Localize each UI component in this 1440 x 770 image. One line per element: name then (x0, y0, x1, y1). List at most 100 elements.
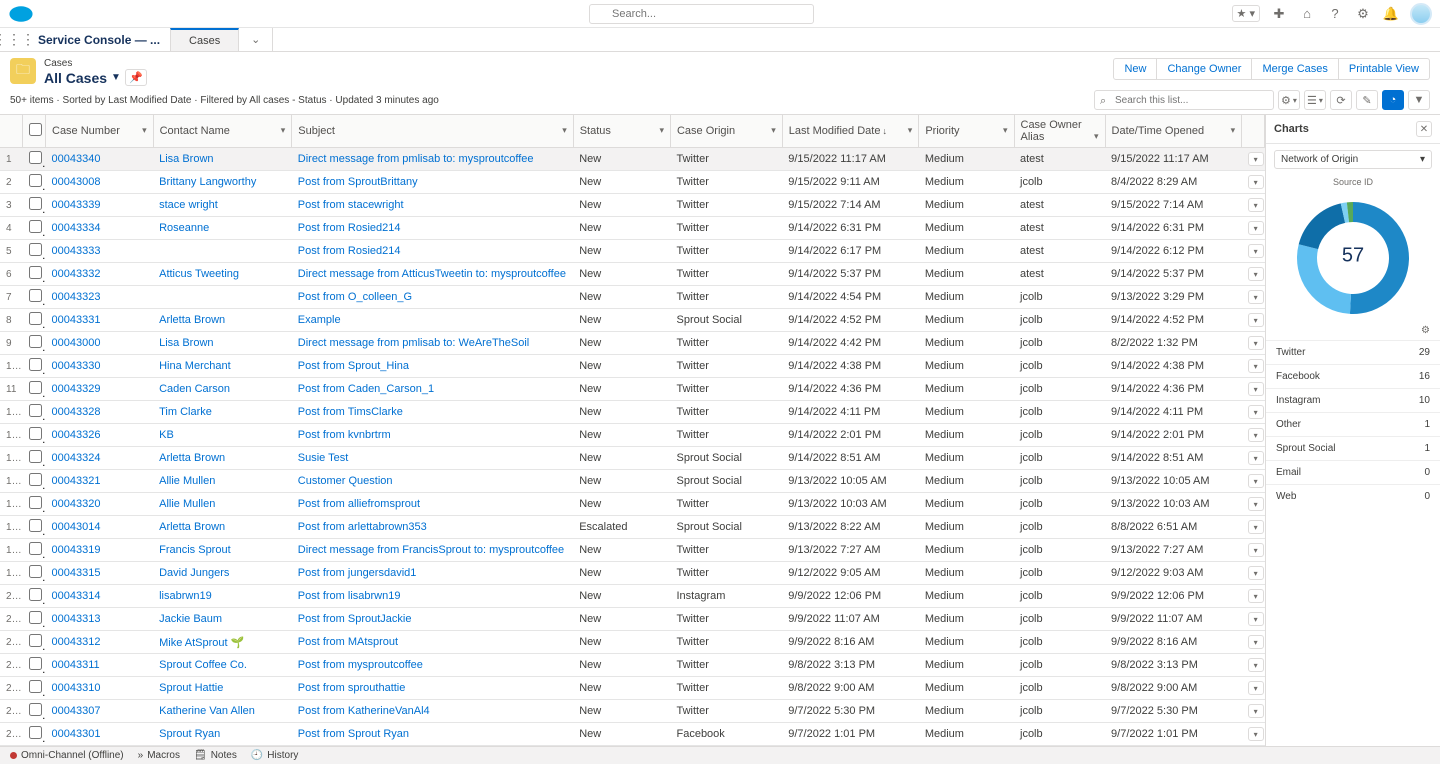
row-action-menu[interactable]: ▾ (1248, 428, 1264, 442)
user-avatar[interactable] (1410, 3, 1432, 25)
notes-item[interactable]: 🗒Notes (194, 750, 237, 761)
row-action-menu[interactable]: ▾ (1248, 635, 1264, 649)
tab-dropdown-icon[interactable]: ⌄ (239, 28, 273, 51)
row-checkbox[interactable] (23, 654, 46, 677)
subject-link[interactable]: Post from MAtsprout (298, 636, 398, 648)
row-action-menu[interactable]: ▾ (1248, 290, 1264, 304)
contact-link[interactable]: Francis Sprout (159, 544, 231, 556)
col-priority[interactable]: Priority▾ (919, 115, 1014, 148)
subject-link[interactable]: Post from mysproutcoffee (298, 659, 423, 671)
row-action-menu[interactable]: ▾ (1248, 727, 1264, 741)
list-view-name[interactable]: All Cases (44, 70, 107, 86)
row-action-menu[interactable]: ▾ (1248, 267, 1264, 281)
case-number-link[interactable]: 00043310 (52, 682, 101, 694)
case-number-link[interactable]: 00043339 (52, 199, 101, 211)
row-checkbox[interactable] (23, 171, 46, 194)
row-action-menu[interactable]: ▾ (1248, 221, 1264, 235)
row-action-menu[interactable]: ▾ (1248, 405, 1264, 419)
subject-link[interactable]: Post from Sprout_Hina (298, 360, 409, 372)
row-checkbox[interactable] (23, 493, 46, 516)
case-number-link[interactable]: 00043008 (52, 176, 101, 188)
list-settings-gear-icon[interactable]: ⚙ (1278, 90, 1300, 110)
list-search-input[interactable] (1094, 90, 1274, 110)
row-action-menu[interactable]: ▾ (1248, 589, 1264, 603)
contact-link[interactable]: Arletta Brown (159, 521, 225, 533)
chart-settings-gear-icon[interactable]: ⚙ (1266, 325, 1440, 336)
contact-link[interactable]: Arletta Brown (159, 452, 225, 464)
subject-link[interactable]: Post from stacewright (298, 199, 404, 211)
case-number-link[interactable]: 00043321 (52, 475, 101, 487)
row-action-menu[interactable]: ▾ (1248, 382, 1264, 396)
add-icon[interactable]: ✚ (1270, 5, 1288, 23)
row-checkbox[interactable] (23, 424, 46, 447)
donut-slice[interactable] (1299, 203, 1345, 249)
tab-cases[interactable]: Cases (170, 28, 239, 51)
row-action-menu[interactable]: ▾ (1248, 658, 1264, 672)
help-icon[interactable]: ? (1326, 5, 1344, 23)
app-launcher-icon[interactable]: ⋮⋮⋮ (0, 28, 28, 51)
contact-link[interactable]: Caden Carson (159, 383, 230, 395)
chart-toggle-icon[interactable]: ◔ (1382, 90, 1404, 110)
refresh-icon[interactable]: ⟳ (1330, 90, 1352, 110)
contact-link[interactable]: Hina Merchant (159, 360, 231, 372)
row-checkbox[interactable] (23, 217, 46, 240)
row-checkbox[interactable] (23, 585, 46, 608)
subject-link[interactable]: Post from Sprout Ryan (298, 728, 409, 740)
list-view-chevron-icon[interactable]: ▼ (111, 72, 121, 83)
row-checkbox[interactable] (23, 263, 46, 286)
row-action-menu[interactable]: ▾ (1248, 175, 1264, 189)
row-checkbox[interactable] (23, 562, 46, 585)
row-checkbox[interactable] (23, 746, 46, 747)
case-number-link[interactable]: 00043319 (52, 544, 101, 556)
contact-link[interactable]: Jackie Baum (159, 613, 222, 625)
subject-link[interactable]: Post from sprouthattie (298, 682, 406, 694)
row-checkbox[interactable] (23, 309, 46, 332)
notifications-icon[interactable]: 🔔 (1382, 5, 1400, 23)
row-action-menu[interactable]: ▾ (1248, 704, 1264, 718)
col-case-number[interactable]: Case Number▾ (46, 115, 154, 148)
subject-link[interactable]: Customer Question (298, 475, 393, 487)
row-action-menu[interactable]: ▾ (1248, 566, 1264, 580)
row-action-menu[interactable]: ▾ (1248, 152, 1264, 166)
row-checkbox[interactable] (23, 240, 46, 263)
subject-link[interactable]: Post from alliefromsprout (298, 498, 420, 510)
row-action-menu[interactable]: ▾ (1248, 313, 1264, 327)
contact-link[interactable]: Sprout Hattie (159, 682, 223, 694)
subject-link[interactable]: Post from arlettabrown353 (298, 521, 427, 533)
case-number-link[interactable]: 00043324 (52, 452, 101, 464)
chart-type-select[interactable]: Network of Origin ▾ (1274, 150, 1432, 169)
table-scroll[interactable]: Case Number▾ Contact Name▾ Subject▾ Stat… (0, 114, 1265, 746)
contact-link[interactable]: stace wright (159, 199, 218, 211)
col-subject[interactable]: Subject▾ (292, 115, 573, 148)
case-number-link[interactable]: 00043307 (52, 705, 101, 717)
edit-pencil-icon[interactable]: ✎ (1356, 90, 1378, 110)
case-number-link[interactable]: 00043333 (52, 245, 101, 257)
history-item[interactable]: 🕘History (251, 750, 299, 761)
row-checkbox[interactable] (23, 148, 46, 171)
subject-link[interactable]: Direct message from AtticusTweetin to: m… (298, 268, 566, 280)
case-number-link[interactable]: 00043014 (52, 521, 101, 533)
contact-link[interactable]: lisabrwn19 (159, 590, 212, 602)
row-checkbox[interactable] (23, 631, 46, 654)
subject-link[interactable]: Example (298, 314, 341, 326)
omni-channel-item[interactable]: Omni-Channel (Offline) (10, 750, 124, 761)
subject-link[interactable]: Direct message from FrancisSprout to: my… (298, 544, 564, 556)
row-action-menu[interactable]: ▾ (1248, 612, 1264, 626)
subject-link[interactable]: Post from KatherineVanAl4 (298, 705, 430, 717)
row-action-menu[interactable]: ▾ (1248, 497, 1264, 511)
subject-link[interactable]: Direct message from pmlisab to: WeAreThe… (298, 337, 530, 349)
setup-gear-icon[interactable]: ⚙ (1354, 5, 1372, 23)
case-number-link[interactable]: 00043331 (52, 314, 101, 326)
subject-link[interactable]: Post from jungersdavid1 (298, 567, 417, 579)
col-status[interactable]: Status▾ (573, 115, 670, 148)
close-icon[interactable]: ✕ (1416, 121, 1432, 137)
subject-link[interactable]: Post from Caden_Carson_1 (298, 383, 434, 395)
contact-link[interactable]: Sprout Ryan (159, 728, 220, 740)
subject-link[interactable]: Direct message from pmlisab to: mysprout… (298, 153, 534, 165)
trailhead-icon[interactable]: ⌂ (1298, 5, 1316, 23)
row-action-menu[interactable]: ▾ (1248, 359, 1264, 373)
contact-link[interactable]: Mike AtSprout 🌱 (159, 637, 244, 649)
col-contact-name[interactable]: Contact Name▾ (153, 115, 292, 148)
subject-link[interactable]: Susie Test (298, 452, 349, 464)
case-number-link[interactable]: 00043334 (52, 222, 101, 234)
